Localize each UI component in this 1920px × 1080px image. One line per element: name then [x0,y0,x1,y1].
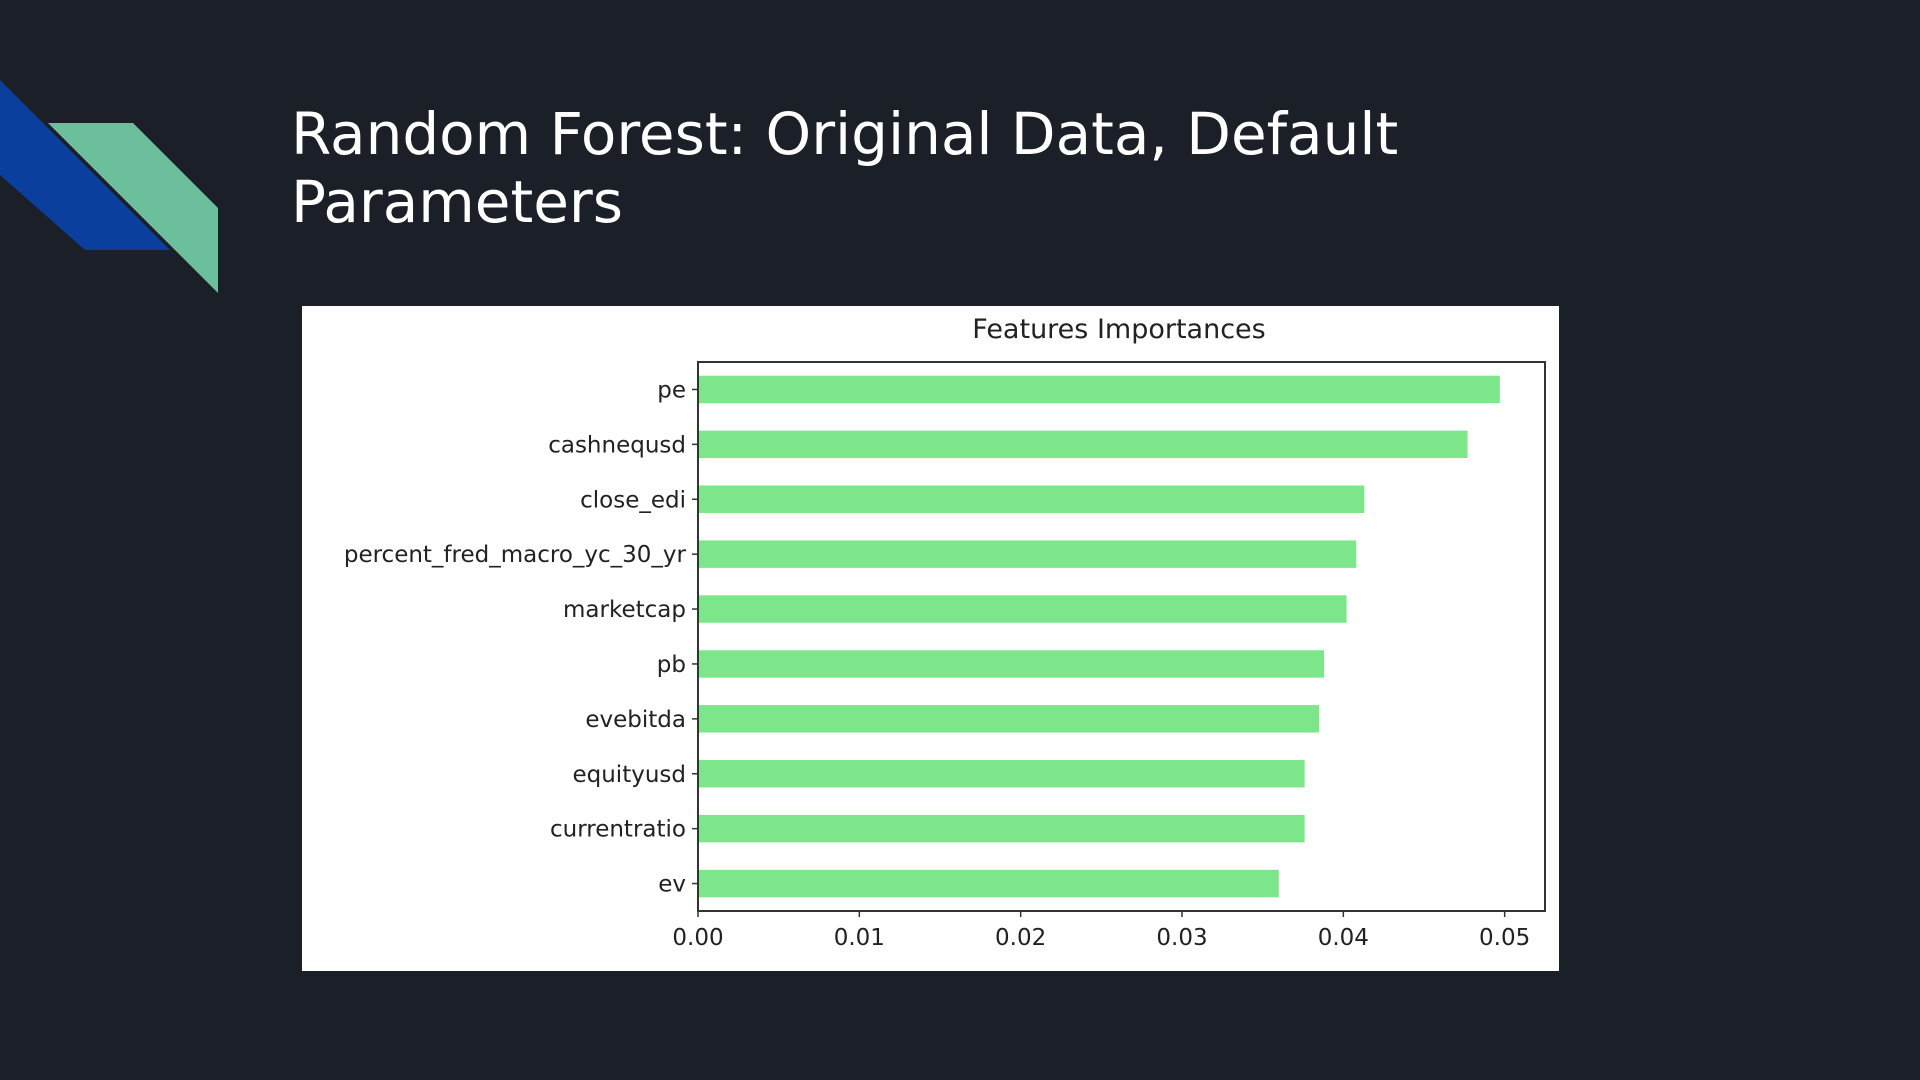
chart-title: Features Importances [972,314,1265,345]
y-tick-label: currentratio [550,817,686,843]
bar-pe [698,375,1500,404]
y-tick-label: pb [657,652,686,678]
x-tick-label: 0.00 [672,925,723,951]
bar-percent-fred-macro-yc-30-yr [698,540,1357,568]
bar-pb [698,650,1324,678]
y-tick-label: cashnequsd [548,432,686,458]
x-tick-label: 0.05 [1479,925,1530,951]
y-tick-label: evebitda [585,707,686,733]
bar-evebitda [698,705,1320,733]
bars-group [698,375,1500,898]
y-tick-label: pe [657,377,686,403]
slide: Random Forest: Original Data, Default Pa… [0,0,1920,1080]
x-ticks-group: 0.00 0.01 0.02 0.03 0.04 0.05 [672,911,1530,951]
x-tick-label: 0.03 [1156,925,1207,951]
corner-decoration [0,80,218,293]
x-tick-label: 0.02 [995,925,1046,951]
y-tick-label: close_edi [580,487,686,513]
slide-title: Random Forest: Original Data, Default Pa… [291,100,1399,236]
bar-ev [698,869,1279,898]
y-tick-label: equityusd [572,762,686,788]
y-tick-label: ev [658,872,686,898]
bar-cashnequsd [698,430,1468,459]
feature-importance-chart: Features Importances pe cashnequsd close_e… [344,314,1546,951]
y-ticks-group: pe cashnequsd close_edi percent_fred_macro_… [344,377,698,898]
y-tick-label: marketcap [563,597,686,623]
x-tick-label: 0.04 [1318,925,1369,951]
x-tick-label: 0.01 [834,925,885,951]
chart-panel: Features Importances pe cashnequsd close_e… [302,306,1559,971]
bar-currentratio [698,814,1305,843]
bar-equityusd [698,760,1305,788]
bar-close-edi [698,485,1365,513]
bar-marketcap [698,595,1347,623]
y-tick-label: percent_fred_macro_yc_30_yr [344,542,687,568]
